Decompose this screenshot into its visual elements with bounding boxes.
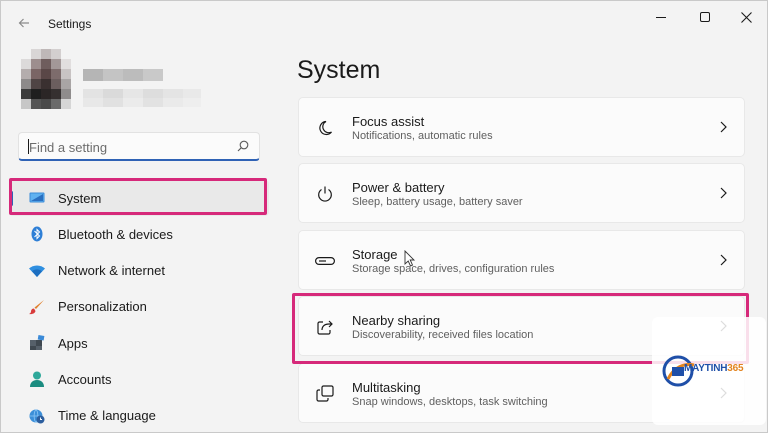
card-title: Multitasking — [352, 380, 421, 395]
sidebar-nav: System Bluetooth & devices Network & int… — [9, 180, 269, 432]
sidebar-item-bluetooth[interactable]: Bluetooth & devices — [9, 216, 269, 252]
card-title: Power & battery — [352, 180, 445, 195]
maximize-icon — [700, 12, 710, 22]
chevron-right-icon — [720, 254, 727, 266]
sidebar-item-label: System — [58, 190, 102, 206]
back-arrow-icon — [18, 18, 29, 28]
settings-window: Settings Find a setting System Bluetooth… — [0, 0, 768, 433]
sidebar-item-accounts[interactable]: Accounts — [9, 361, 269, 397]
sidebar-item-label: Accounts — [58, 371, 112, 387]
sidebar-item-label: Personalization — [58, 299, 147, 315]
close-button[interactable] — [726, 4, 766, 30]
sidebar-item-label: Apps — [58, 335, 88, 351]
page-title: System — [297, 56, 381, 84]
title-bar: Settings — [1, 1, 767, 45]
maximize-button[interactable] — [685, 4, 725, 30]
sidebar-item-apps[interactable]: Apps — [9, 325, 269, 361]
back-button[interactable] — [13, 12, 35, 34]
card-title: Nearby sharing — [352, 313, 441, 328]
mouse-cursor-icon — [404, 250, 416, 267]
close-icon — [740, 11, 752, 23]
sidebar-item-label: Time & language — [58, 408, 156, 424]
wifi-icon — [29, 263, 45, 279]
chevron-right-icon — [720, 121, 727, 133]
profile-email-blurred — [83, 89, 201, 107]
card-storage[interactable]: Storage Storage space, drives, configura… — [298, 230, 745, 290]
power-icon — [315, 184, 335, 204]
card-subtitle: Sleep, battery usage, battery saver — [352, 196, 523, 208]
share-icon — [315, 317, 335, 337]
multitask-icon — [315, 384, 335, 404]
sidebar-item-time-language[interactable]: Time & language — [9, 398, 269, 432]
search-box[interactable] — [18, 132, 260, 161]
minimize-button[interactable] — [641, 4, 681, 30]
watermark-brand: MAYTINH365 — [684, 363, 744, 374]
card-title: Focus assist — [352, 114, 425, 129]
storage-icon — [315, 251, 335, 271]
person-icon — [29, 371, 45, 388]
sidebar-item-label: Network & internet — [58, 263, 165, 279]
globe-clock-icon — [29, 408, 45, 424]
card-subtitle: Snap windows, desktops, task switching — [352, 396, 548, 408]
apps-icon — [29, 335, 45, 351]
avatar[interactable] — [21, 49, 71, 109]
moon-icon — [315, 118, 335, 138]
minimize-icon — [656, 17, 666, 18]
search-input[interactable] — [29, 138, 229, 156]
card-subtitle: Discoverability, received files location — [352, 329, 534, 341]
sidebar-item-system[interactable]: System — [9, 180, 269, 216]
chevron-right-icon — [720, 187, 727, 199]
system-icon — [29, 190, 45, 206]
window-title: Settings — [48, 17, 92, 31]
sidebar-item-label: Bluetooth & devices — [58, 226, 173, 242]
sidebar-item-personalization[interactable]: Personalization — [9, 289, 269, 325]
active-indicator — [10, 191, 13, 206]
brush-icon — [29, 299, 45, 315]
card-focus-assist[interactable]: Focus assist Notifications, automatic ru… — [298, 97, 745, 157]
card-subtitle: Storage space, drives, configuration rul… — [352, 263, 555, 275]
card-subtitle: Notifications, automatic rules — [352, 130, 493, 142]
bluetooth-icon — [29, 226, 45, 242]
sidebar-item-network[interactable]: Network & internet — [9, 253, 269, 289]
card-title: Storage — [352, 247, 398, 262]
card-power-battery[interactable]: Power & battery Sleep, battery usage, ba… — [298, 163, 745, 223]
profile-name-blurred — [83, 69, 163, 81]
search-icon[interactable] — [237, 140, 249, 152]
watermark-logo: MAYTINH365 — [652, 317, 766, 425]
